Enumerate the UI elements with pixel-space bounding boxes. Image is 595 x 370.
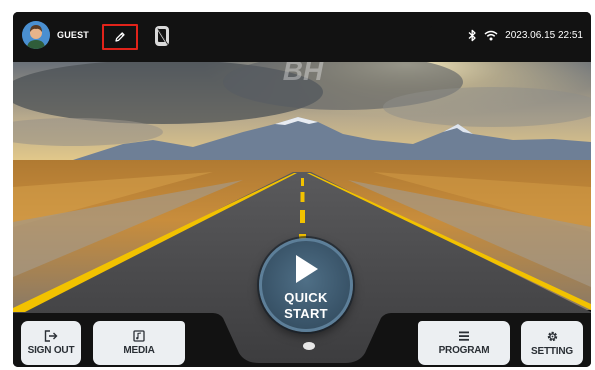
setting-label: SETTING bbox=[531, 345, 573, 357]
system-status: 2023.06.15 22:51 bbox=[468, 27, 583, 43]
user-avatar[interactable] bbox=[22, 21, 50, 49]
top-status-bar: GUEST 2023.06.15 22:51 bbox=[13, 12, 591, 62]
media-button[interactable]: MEDIA bbox=[93, 321, 185, 365]
list-icon bbox=[459, 331, 469, 341]
bluetooth-icon[interactable] bbox=[468, 29, 477, 42]
wifi-icon[interactable] bbox=[484, 30, 498, 41]
date-time: 2023.06.15 22:51 bbox=[505, 29, 583, 41]
phone-off-icon bbox=[155, 26, 169, 46]
media-label: MEDIA bbox=[123, 345, 155, 356]
gear-icon bbox=[547, 331, 557, 341]
quick-start-label-line2: START bbox=[284, 306, 328, 321]
edit-profile-button[interactable] bbox=[102, 24, 138, 50]
program-label: PROGRAM bbox=[438, 345, 490, 356]
pencil-icon bbox=[115, 32, 125, 42]
program-button[interactable]: PROGRAM bbox=[418, 321, 510, 365]
phone-toggle-button[interactable] bbox=[151, 23, 173, 49]
avatar-icon bbox=[22, 21, 50, 49]
sign-out-button[interactable]: SIGN OUT bbox=[21, 321, 81, 365]
page-indicator-dot bbox=[303, 342, 315, 350]
quick-start-button[interactable]: QUICK START bbox=[259, 238, 353, 332]
setting-button[interactable]: SETTING bbox=[521, 321, 583, 365]
sign-out-label: SIGN OUT bbox=[27, 345, 75, 356]
app-screen: BH GUEST 2023.06.15 22:51 SIGN OUT MEDIA… bbox=[13, 12, 591, 367]
play-icon bbox=[296, 255, 318, 283]
sign-out-icon bbox=[44, 330, 58, 342]
music-icon bbox=[133, 330, 145, 342]
quick-start-label-line1: QUICK bbox=[284, 290, 328, 305]
user-name-label: GUEST bbox=[57, 30, 90, 40]
top-bar-notch bbox=[173, 12, 433, 62]
